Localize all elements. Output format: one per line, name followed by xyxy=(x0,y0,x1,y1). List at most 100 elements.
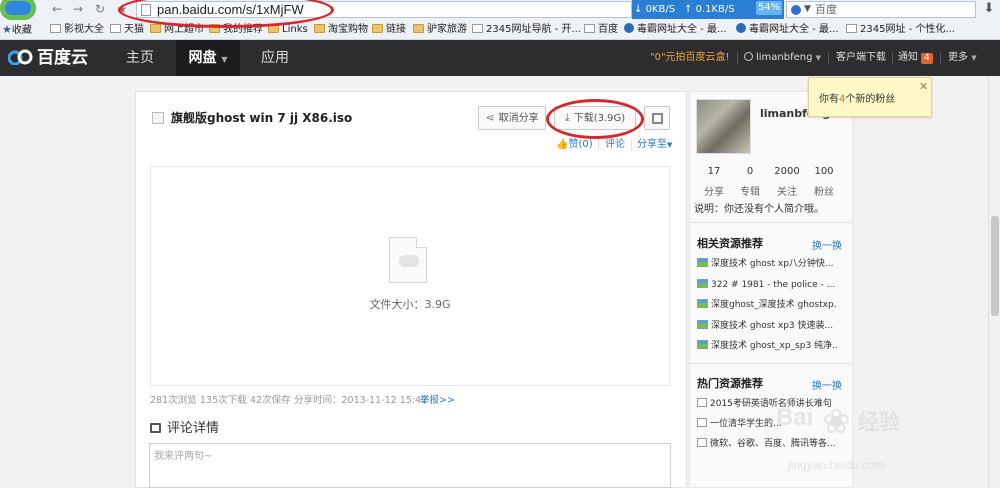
bookmark-item[interactable]: 淘宝购物 xyxy=(314,20,368,40)
chevron-down-icon: ▼ xyxy=(667,141,673,149)
bookmark-favorites[interactable]: ★收藏 xyxy=(2,20,32,40)
image-thumb-icon xyxy=(697,299,708,308)
related-resource-item[interactable]: 322 # 1981 - the police - ... xyxy=(697,278,837,292)
folder-icon xyxy=(268,24,279,33)
bookmark-item[interactable]: 驴家旅游 xyxy=(413,20,467,40)
bookmark-item[interactable]: 2345网址 - 个性化... xyxy=(846,20,955,40)
related-refresh-link[interactable]: 换一换 xyxy=(812,237,842,252)
related-resources-title: 相关资源推荐 xyxy=(697,237,763,250)
download-button[interactable]: ⤓ 下载(3.9G) xyxy=(554,106,636,130)
client-download-link[interactable]: 客户端下载 xyxy=(836,40,886,76)
close-icon[interactable]: ✕ xyxy=(919,80,928,93)
baidu-cloud-logo[interactable]: 百度云 xyxy=(8,46,88,70)
image-thumb-icon xyxy=(697,258,708,267)
hot-resource-item[interactable]: 微软、谷歌、百度、腾讯等各... xyxy=(697,437,837,451)
stat-following-label[interactable]: 关注 xyxy=(770,183,804,198)
stat-shares-label[interactable]: 分享 xyxy=(697,183,731,198)
folder-icon xyxy=(150,24,161,33)
related-resource-item[interactable]: 深度技术 ghost xp3 快速装... xyxy=(697,319,837,333)
page-icon xyxy=(584,24,595,33)
scrollbar-thumb[interactable] xyxy=(991,216,999,316)
report-link[interactable]: 举报>> xyxy=(420,394,455,408)
share-icon: ⋖ xyxy=(485,111,495,124)
stat-albums-label[interactable]: 专辑 xyxy=(733,183,767,198)
forward-icon[interactable]: → xyxy=(71,2,85,16)
bookmark-item[interactable]: 2345网址导航 - 开... xyxy=(472,20,581,40)
cancel-share-button[interactable]: ⋖ 取消分享 xyxy=(478,106,546,130)
download-speed: ↓ 0KB/S xyxy=(634,4,676,15)
comment-link[interactable]: 评论 xyxy=(605,138,625,152)
stat-albums-count[interactable]: 0 xyxy=(733,166,767,177)
bookmark-item[interactable]: 百度 xyxy=(584,20,618,40)
bookmark-item[interactable]: 天猫 xyxy=(110,20,144,40)
new-followers-tooltip[interactable]: 你有4个新的粉丝 ✕ xyxy=(808,77,932,117)
comments-heading: 评论详情 xyxy=(150,420,219,438)
bookmark-item[interactable]: 我的推荐 xyxy=(209,20,263,40)
bookmark-item[interactable]: 影视大全 xyxy=(50,20,104,40)
header-divider xyxy=(940,52,941,64)
nav-apps[interactable]: 应用 xyxy=(248,40,302,76)
upload-speed: ↑ 0.1KB/S xyxy=(684,4,735,15)
notification-count-badge: 4 xyxy=(921,53,933,64)
related-resource-item[interactable]: 深度ghost_深度技术 ghostxp... xyxy=(697,298,837,312)
search-engine-icon[interactable] xyxy=(791,5,801,15)
more-menu[interactable]: 更多 ▼ xyxy=(948,40,977,76)
bookmark-item[interactable]: 毒霸网址大全 - 最... xyxy=(624,20,727,40)
chevron-down-icon[interactable]: ▼ xyxy=(804,2,811,17)
qr-code-button[interactable] xyxy=(644,106,670,130)
favorite-star-icon[interactable]: ★ xyxy=(115,2,129,16)
stat-followers-count[interactable]: 100 xyxy=(807,166,841,177)
nav-home[interactable]: 主页 xyxy=(112,40,168,76)
like-button[interactable]: 👍赞(0) xyxy=(556,138,593,152)
address-bar[interactable]: pan.baidu.com/s/1xMjFW xyxy=(136,1,632,18)
url-text[interactable]: pan.baidu.com/s/1xMjFW xyxy=(157,2,304,18)
hot-resources-title: 热门资源推荐 xyxy=(697,377,763,390)
bookmark-item[interactable]: 毒霸网址大全 - 最... xyxy=(736,20,839,40)
user-icon xyxy=(744,52,753,61)
star-icon: ★ xyxy=(2,23,12,36)
stat-followers-label[interactable]: 粉丝 xyxy=(807,183,841,198)
hot-refresh-link[interactable]: 换一换 xyxy=(812,377,842,392)
avatar[interactable] xyxy=(696,99,751,154)
bookmark-item[interactable]: Links xyxy=(268,20,308,40)
comment-input[interactable]: 我来评两句~ xyxy=(149,443,671,488)
nav-netdisk[interactable]: 网盘 ▼ xyxy=(176,40,240,76)
document-icon xyxy=(697,398,707,407)
related-resource-item[interactable]: 深度技术 ghost_xp_sp3 纯净... xyxy=(697,339,837,353)
image-thumb-icon xyxy=(697,279,708,288)
page-icon xyxy=(846,24,857,33)
download-count: 135次下载 xyxy=(200,395,247,406)
folder-icon xyxy=(209,24,220,33)
comment-placeholder[interactable]: 我来评两句~ xyxy=(154,447,212,462)
qr-code-icon xyxy=(652,113,663,124)
new-followers-text[interactable]: 你有4个新的粉丝 xyxy=(819,90,895,105)
page-scrollbar[interactable] xyxy=(988,76,1000,488)
bookmark-item[interactable]: 链接 xyxy=(372,20,406,40)
share-to-menu[interactable]: 分享至▼ xyxy=(637,138,672,152)
hot-resource-item[interactable]: 一位清华学生的... xyxy=(697,417,837,431)
share-time: 分享时间：2013-11-12 15:42 xyxy=(294,395,428,406)
bookmarks-bar: ★收藏 影视大全 天猫 网上超市 我的推荐 Links 淘宝购物 链接 驴家旅游… xyxy=(0,20,1000,40)
refresh-icon[interactable]: ↻ xyxy=(93,2,107,16)
stat-shares-count[interactable]: 17 xyxy=(697,166,731,177)
search-placeholder[interactable]: 百度 xyxy=(815,2,837,17)
action-divider xyxy=(631,139,632,150)
caret-down-icon: ▼ xyxy=(971,54,977,62)
download-manager-icon[interactable]: ⬇ xyxy=(982,2,996,16)
header-divider xyxy=(828,52,829,64)
stat-following-count[interactable]: 2000 xyxy=(770,166,804,177)
promo-link[interactable]: "0"元拍百度云盒! xyxy=(650,40,730,76)
bookmark-item[interactable]: 网上超市 xyxy=(150,20,204,40)
folder-icon xyxy=(413,24,424,33)
notifications-link[interactable]: 通知 4 xyxy=(898,40,933,76)
document-icon xyxy=(697,438,707,447)
back-icon[interactable]: ← xyxy=(50,2,64,16)
browser-search-box[interactable]: ▼ 百度 xyxy=(786,1,976,18)
hot-resource-item[interactable]: 2015考研英语听名师讲长难句 xyxy=(697,397,837,411)
cloud-logo-icon xyxy=(8,49,33,65)
folder-icon xyxy=(372,24,383,33)
related-resource-item[interactable]: 深度技术 ghost xp八分钟快... xyxy=(697,257,837,271)
user-menu[interactable]: limanbfeng ▼ xyxy=(744,40,821,76)
network-speed-widget: ↓ 0KB/S ↑ 0.1KB/S 54% xyxy=(632,0,784,19)
image-thumb-icon xyxy=(697,340,708,349)
